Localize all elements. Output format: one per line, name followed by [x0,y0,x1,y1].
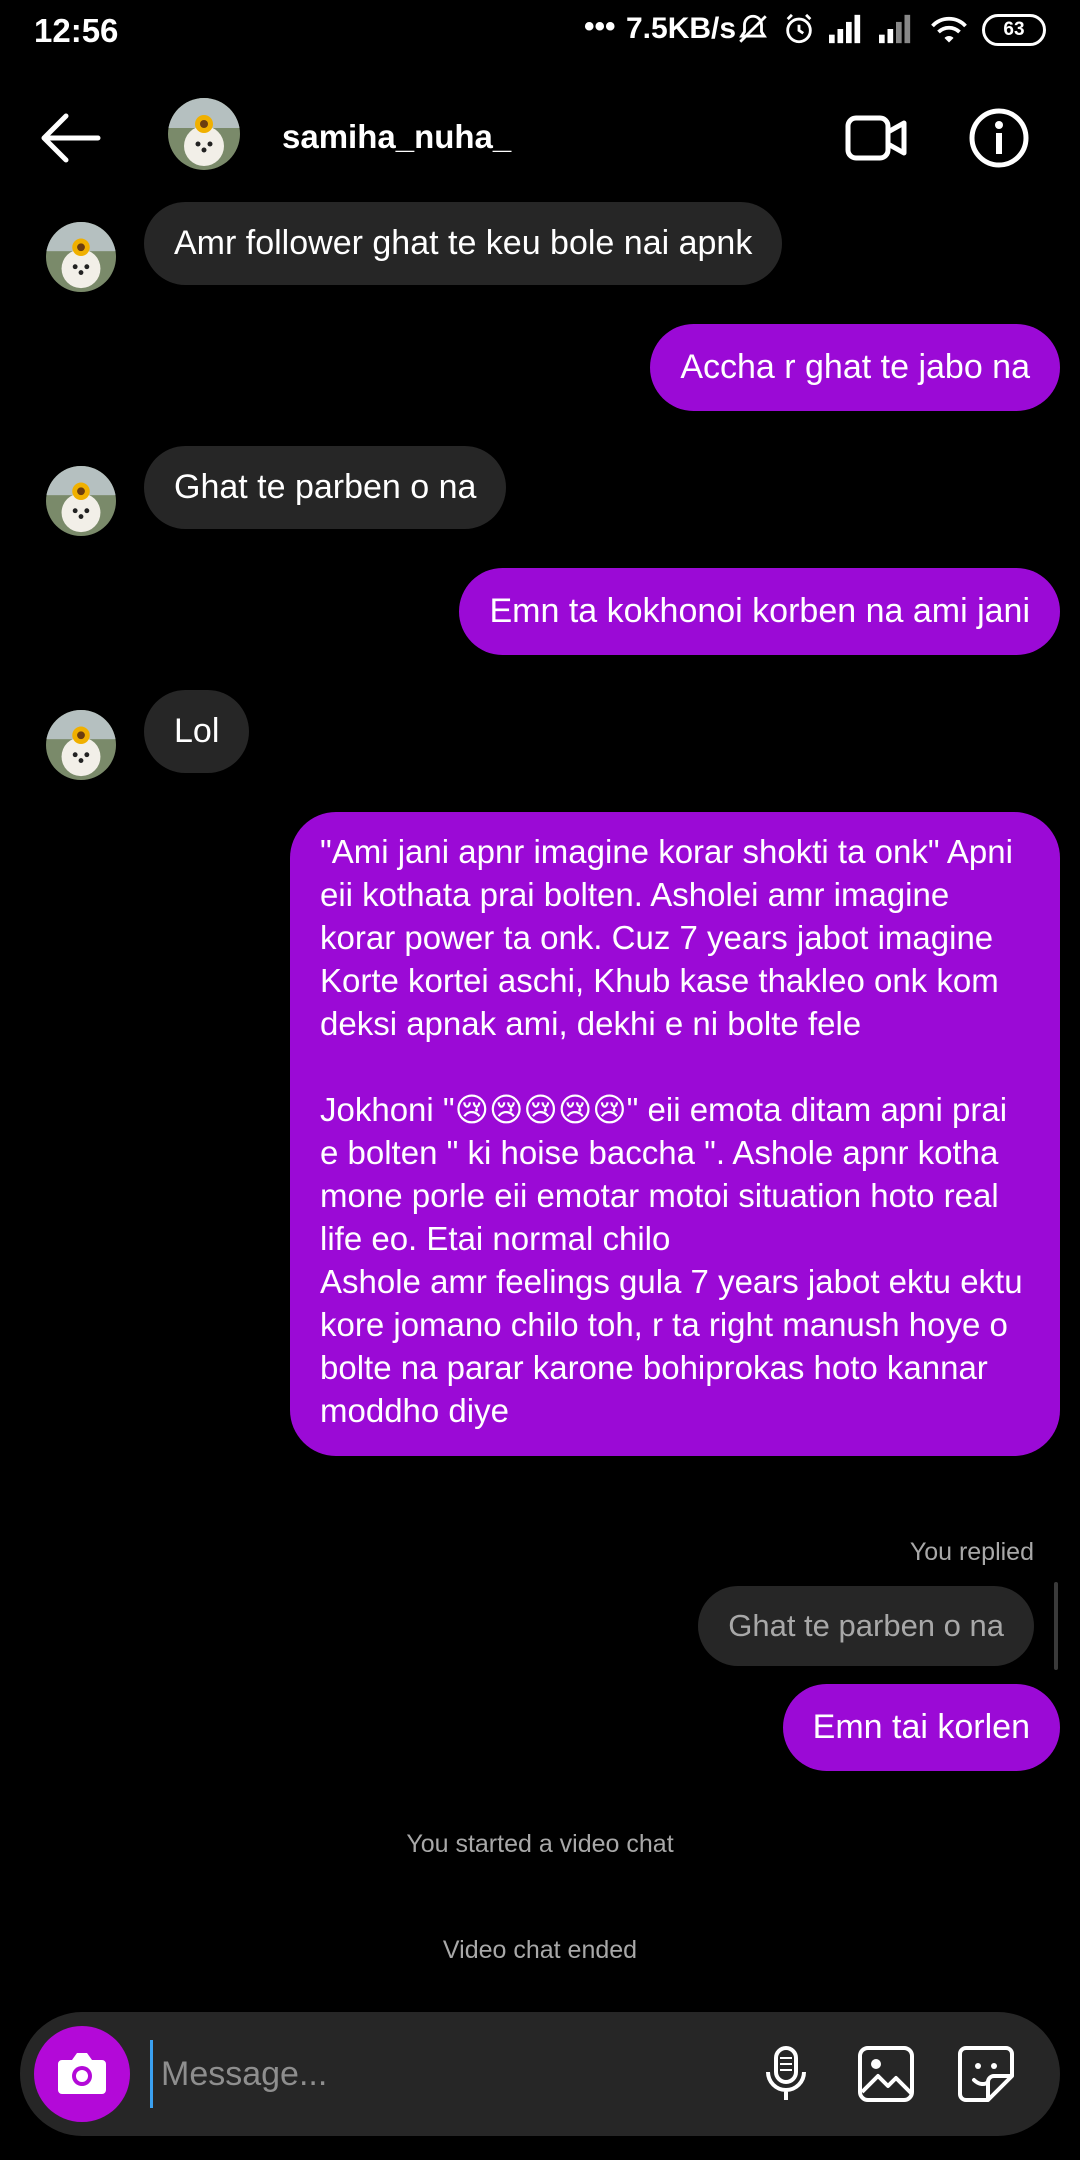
incoming-message[interactable]: Lol [144,690,250,773]
incoming-message[interactable]: Amr follower ghat te keu bole nai apnk [144,202,783,285]
avatar[interactable] [46,222,116,292]
profile-photo-dog [46,466,116,536]
chat-screen: 12:56 ••• 7.5KB/s 63 samiha_nuha_ Amr fo… [0,0,1080,2160]
system-message-video-started: You started a video chat [406,1830,674,1858]
outgoing-message[interactable]: Emn tai korlen [782,1684,1060,1771]
back-arrow-icon[interactable] [36,108,106,168]
message-composer [20,2012,1060,2136]
alarm-icon [786,13,812,44]
avatar[interactable] [46,466,116,536]
camera-button[interactable] [34,2026,130,2122]
incoming-message[interactable]: Ghat te parben o na [144,446,507,529]
gallery-icon[interactable] [854,2042,918,2106]
profile-photo-dog [46,710,116,780]
sticker-icon[interactable] [954,2042,1018,2106]
network-speed: 7.5KB/s [626,12,737,45]
chat-username[interactable]: samiha_nuha_ [282,118,511,156]
status-dots: ••• [584,10,616,43]
avatar[interactable] [168,98,240,170]
signal-2-icon [879,14,911,44]
outgoing-message[interactable]: Accha r ghat te jabo na [650,324,1060,411]
status-time: 12:56 [34,12,119,49]
video-call-icon[interactable] [844,106,910,170]
status-bar: 12:56 ••• 7.5KB/s 63 [0,0,1080,62]
outgoing-message[interactable]: Emn ta kokhonoi korben na ami jani [459,568,1060,655]
system-message-video-ended: Video chat ended [442,1936,638,1964]
mute-bell-icon [739,14,767,43]
quoted-message[interactable]: Ghat te parben o na [698,1586,1034,1666]
camera-icon [58,2053,106,2094]
reply-indicator-bar [1054,1582,1058,1670]
chat-header: samiha_nuha_ [0,62,1080,212]
signal-icon [829,14,861,44]
info-icon[interactable] [966,106,1032,170]
reply-label: You replied [909,1538,1034,1566]
microphone-icon[interactable] [754,2042,818,2106]
battery-indicator: 63 [982,14,1046,46]
outgoing-message[interactable]: "Ami jani apnr imagine korar shokti ta o… [290,812,1060,1456]
profile-photo-dog [46,222,116,292]
profile-photo-dog [168,98,240,170]
message-input[interactable] [150,2040,730,2108]
wifi-icon [931,16,967,43]
avatar[interactable] [46,710,116,780]
